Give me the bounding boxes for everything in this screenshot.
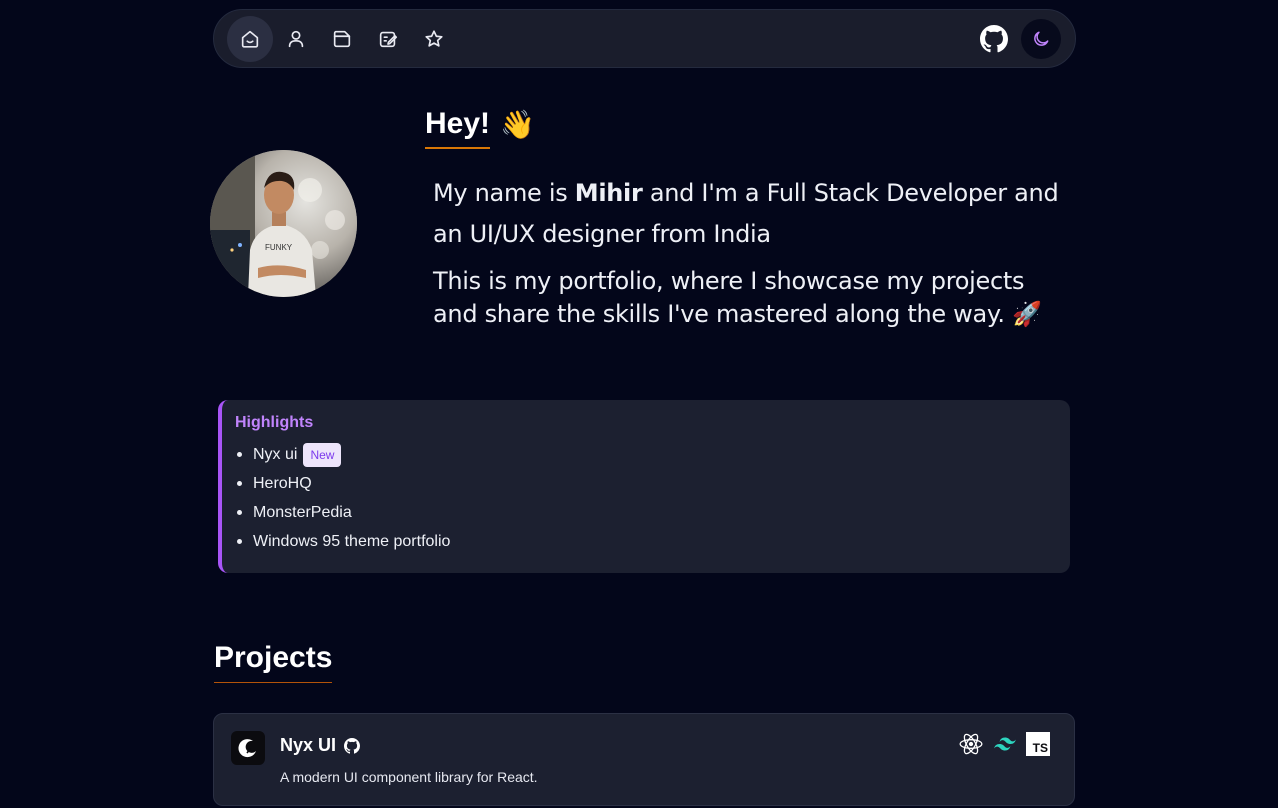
github-link[interactable] <box>979 24 1009 54</box>
user-icon <box>288 30 304 47</box>
highlight-item-nyx-ui[interactable]: Nyx ui New <box>235 440 1070 469</box>
bullet <box>237 510 242 515</box>
highlights-callout: Highlights Nyx ui New HeroHQ MonsterPedi… <box>218 400 1070 573</box>
highlight-label: Windows 95 theme portfolio <box>253 532 451 550</box>
highlight-label: Nyx ui <box>253 445 298 463</box>
nyx-ui-logo-icon <box>231 731 265 765</box>
intro-portfolio-paragraph: This is my portfolio, where I showcase m… <box>433 267 1042 328</box>
intro-paragraph: My name is Mihir and I'm a Full Stack De… <box>433 173 1073 255</box>
project-title: Nyx UI <box>280 735 361 756</box>
profile-avatar: FUNKY <box>210 150 357 297</box>
highlight-label: MonsterPedia <box>253 503 352 521</box>
highlight-item-herohq[interactable]: HeroHQ <box>235 469 1070 498</box>
theme-toggle-button[interactable] <box>1021 18 1061 59</box>
typescript-icon: TS <box>1026 732 1050 756</box>
edit-icon <box>379 31 398 47</box>
highlight-label: HeroHQ <box>253 474 312 492</box>
svg-text:FUNKY: FUNKY <box>265 243 293 252</box>
github-icon <box>980 24 1008 52</box>
nav-blog-button[interactable] <box>365 16 411 62</box>
github-icon[interactable] <box>344 737 361 754</box>
wave-emoji-icon: 👋 <box>500 109 535 140</box>
tailwind-icon <box>994 737 1016 751</box>
nav-home-button[interactable] <box>227 15 273 62</box>
folder-icon <box>333 30 351 47</box>
highlight-item-monsterpedia[interactable]: MonsterPedia <box>235 498 1070 527</box>
moon-icon <box>1034 31 1049 46</box>
star-icon <box>425 29 443 47</box>
tech-stack: TS <box>958 731 1050 757</box>
nav-favorites-button[interactable] <box>411 16 457 62</box>
react-icon <box>959 733 983 755</box>
highlights-list: Nyx ui New HeroHQ MonsterPedia Windows 9… <box>235 440 1070 556</box>
intro-text: My name is Mihir and I'm a Full Stack De… <box>433 173 1073 331</box>
profile-photo: FUNKY <box>210 150 357 297</box>
intro-name: Mihir <box>574 179 643 207</box>
greeting: Hey! 👋 <box>425 107 535 149</box>
new-badge: New <box>303 442 342 467</box>
highlight-item-windows95[interactable]: Windows 95 theme portfolio <box>235 527 1070 556</box>
bullet <box>237 452 242 457</box>
nav-icons <box>227 15 457 62</box>
highlights-title: Highlights <box>235 414 314 431</box>
intro-prefix: My name is <box>433 179 575 207</box>
nyx-logo-mark <box>238 739 256 758</box>
project-card-nyx-ui[interactable]: Nyx UI A modern UI component library for… <box>213 713 1075 806</box>
nav-actions <box>979 18 1061 59</box>
greeting-title: Hey! <box>425 107 491 149</box>
projects-heading: Projects <box>214 640 333 683</box>
nav-projects-button[interactable] <box>319 16 365 62</box>
project-description: A modern UI component library for React. <box>280 769 538 785</box>
nav-about-button[interactable] <box>273 16 319 62</box>
top-navbar <box>213 9 1076 68</box>
project-name: Nyx UI <box>280 735 337 755</box>
bullet <box>237 539 242 544</box>
bullet <box>237 481 242 486</box>
home-icon <box>241 30 259 48</box>
